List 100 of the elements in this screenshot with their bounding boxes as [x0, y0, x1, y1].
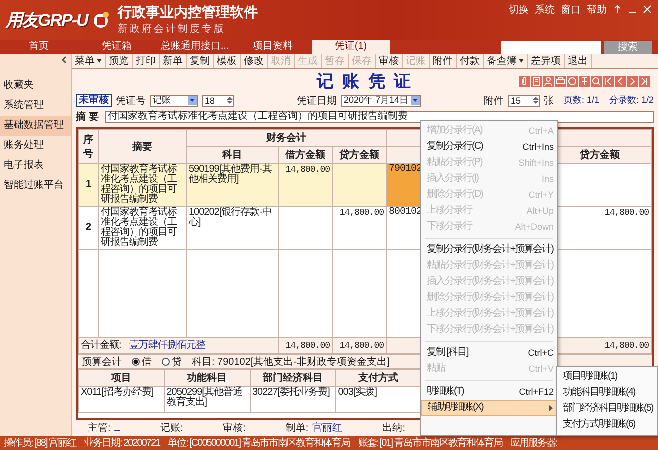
- table-header-cell: 支付方式: [336, 370, 422, 386]
- sidebar-item[interactable]: 系统管理: [0, 96, 71, 116]
- table-header-cell: 贷方金额: [332, 146, 386, 164]
- table-cell: 2050299[其他普通教育支出]: [164, 386, 250, 412]
- tab[interactable]: 凭证(1): [312, 40, 390, 54]
- top-menu-link[interactable]: 帮助: [587, 3, 607, 17]
- shortcut-label: Ins: [542, 173, 554, 186]
- voucher-number-label: 凭证号: [116, 94, 146, 108]
- page-count: 页数: 1/1: [564, 94, 600, 107]
- toolbar-button[interactable]: 审核: [376, 54, 403, 68]
- signature-label: 出纳:: [382, 422, 406, 435]
- table-cell: 30227[委托业务费]: [250, 386, 336, 412]
- radio-button[interactable]: 贷: [162, 354, 182, 368]
- shortcut-label: Ctrl+A: [528, 125, 554, 138]
- toolbar-button[interactable]: 退出: [565, 54, 592, 68]
- top-menu-link[interactable]: 切换: [509, 3, 529, 17]
- app-subtitle: 新政府会计制度专版: [118, 22, 227, 36]
- status-text: 单位: [C005000001] 青岛市市南区教育和体育局: [168, 436, 350, 450]
- signature-label: 审核:: [223, 422, 246, 435]
- table-cell: X011[招考办经费]: [78, 386, 164, 412]
- table-cell: 14,800.00: [332, 206, 386, 250]
- voucher-type-select[interactable]: 记账: [150, 94, 198, 106]
- sidebar-item[interactable]: 收藏夹: [0, 76, 71, 96]
- toolbar-button[interactable]: 备查簿: [484, 54, 528, 68]
- signature-value: _: [114, 421, 120, 434]
- budget-label: 预算会计: [82, 356, 122, 368]
- summary-label: 摘 要: [76, 110, 99, 124]
- status-text: 账套: [01] 青岛市市南区教育和体育局: [358, 436, 502, 450]
- table-header-cell: 部门经济科目: [250, 370, 336, 386]
- toolbar-button[interactable]: 菜单: [72, 54, 106, 68]
- table-header-cell: 科目: [186, 146, 278, 164]
- table-cell: 付国家教育考试标准化考点建设（工程咨询）的项目可研报告编制费: [98, 206, 186, 250]
- status-text: 操作员: [88] 宫丽红: [4, 436, 76, 450]
- attachment-count-field[interactable]: 15: [508, 94, 540, 106]
- attachment-label: 附件: [484, 94, 504, 108]
- voucher-number-field[interactable]: 18: [202, 94, 234, 106]
- tab[interactable]: 首页: [0, 40, 78, 54]
- toolbar-button[interactable]: 打印: [133, 54, 160, 68]
- app-title: 行政事业内控管理软件: [118, 4, 258, 22]
- shortcut-label: Ctrl+Y: [528, 189, 554, 202]
- toolbar-button[interactable]: 预览: [106, 54, 133, 68]
- voucher-title: 记 账 凭 证: [316, 70, 414, 92]
- menu-item[interactable]: 部门经济科目明细账(5): [557, 401, 657, 417]
- sidebar-item[interactable]: 账务处理: [0, 136, 71, 156]
- attachment-unit: 张: [544, 94, 554, 108]
- menu-item[interactable]: 项目明细账(1): [557, 369, 657, 385]
- shortcut-label: Alt+Up: [526, 205, 554, 218]
- table-header-cell: 项目: [78, 370, 164, 386]
- table-cell: 14,800.00: [332, 338, 386, 354]
- table-header-cell: 财务会计: [186, 130, 386, 146]
- toolbar-button[interactable]: 差异项: [528, 54, 565, 68]
- table-header-cell: 摘要: [98, 130, 186, 164]
- radio-button[interactable]: 借: [132, 354, 152, 368]
- tab[interactable]: 项目资料: [234, 40, 312, 54]
- signature-label: 制单:: [286, 422, 309, 435]
- summary-field[interactable]: 付国家教育考试标准化考点建设（工程咨询）的项目可研报告编制费: [104, 111, 654, 123]
- table-header-cell: 借方金额: [278, 146, 332, 164]
- tab[interactable]: 凭证箱: [78, 40, 156, 54]
- shortcut-label: Ctrl+V: [528, 363, 554, 376]
- tab[interactable]: 总账通用接口...: [156, 40, 234, 54]
- top-menu-link[interactable]: 系统: [535, 3, 555, 17]
- toolbar-button[interactable]: 复制: [187, 54, 214, 68]
- status-text: 应用服务器:: [510, 436, 558, 450]
- status-text: 业务日期: 20200721: [84, 436, 160, 450]
- menu-item[interactable]: 明细账(T) Ctrl+F12: [421, 384, 557, 400]
- table-cell: 2: [78, 206, 98, 250]
- top-menu-link[interactable]: 窗口: [561, 3, 581, 17]
- table-cell: 付国家教育考试标准化考点建设（工程咨询）的项目可研报告编制费: [98, 164, 186, 206]
- signature-label: 主管:: [88, 422, 111, 435]
- menu-item[interactable]: 辅助明细账(X): [421, 400, 557, 416]
- signature-label: 记账:: [160, 422, 184, 435]
- sidebar-item[interactable]: 电子报表: [0, 156, 71, 176]
- shortcut-label: Ctrl+C: [528, 347, 554, 360]
- menu-item[interactable]: 功能科目明细账(4): [557, 385, 657, 401]
- date-field[interactable]: 2020年 7月14日: [340, 94, 421, 106]
- toolbar-button[interactable]: 附件: [430, 54, 457, 68]
- table-header-cell: 序号: [78, 130, 98, 164]
- toolbar-button[interactable]: 修改: [241, 54, 268, 68]
- entry-count: 分录数: 1/2: [609, 94, 654, 107]
- logo-text: 用友GRP-U: [6, 10, 88, 32]
- total-label: 合计金额:: [81, 340, 122, 350]
- budget-subject: 科目: 790102[其他支出-非财政专项资金支出]: [192, 356, 390, 368]
- sidebar-item[interactable]: 智能过账平台: [0, 176, 71, 196]
- signature-value: 宫丽红: [312, 422, 343, 435]
- table-cell: 1: [78, 164, 98, 206]
- shortcut-label: Ctrl+F12: [519, 386, 554, 399]
- toolbar-button[interactable]: 付款: [457, 54, 484, 68]
- shortcut-label: Alt+Down: [515, 221, 554, 234]
- amount-in-words: 壹万肆仟捌佰元整: [129, 340, 206, 350]
- sidebar-item[interactable]: 基础数据管理: [0, 116, 71, 136]
- menu-item[interactable]: 复制 [科目] Ctrl+C: [421, 345, 557, 361]
- toolbar-button[interactable]: 模板: [214, 54, 241, 68]
- menu-item[interactable]: 支付方式明细账(6): [557, 417, 657, 433]
- table-cell: 590199[其他费用-其他相关费用]: [186, 164, 278, 206]
- status-button[interactable]: 未审核: [76, 94, 112, 107]
- date-label: 凭证日期: [296, 94, 337, 108]
- table-header-cell: 功能科目: [164, 370, 250, 386]
- toolbar-button[interactable]: 新单: [160, 54, 187, 68]
- table-cell: 14,800.00: [278, 164, 332, 206]
- table-cell: 100202[银行存款-中心]: [186, 206, 278, 250]
